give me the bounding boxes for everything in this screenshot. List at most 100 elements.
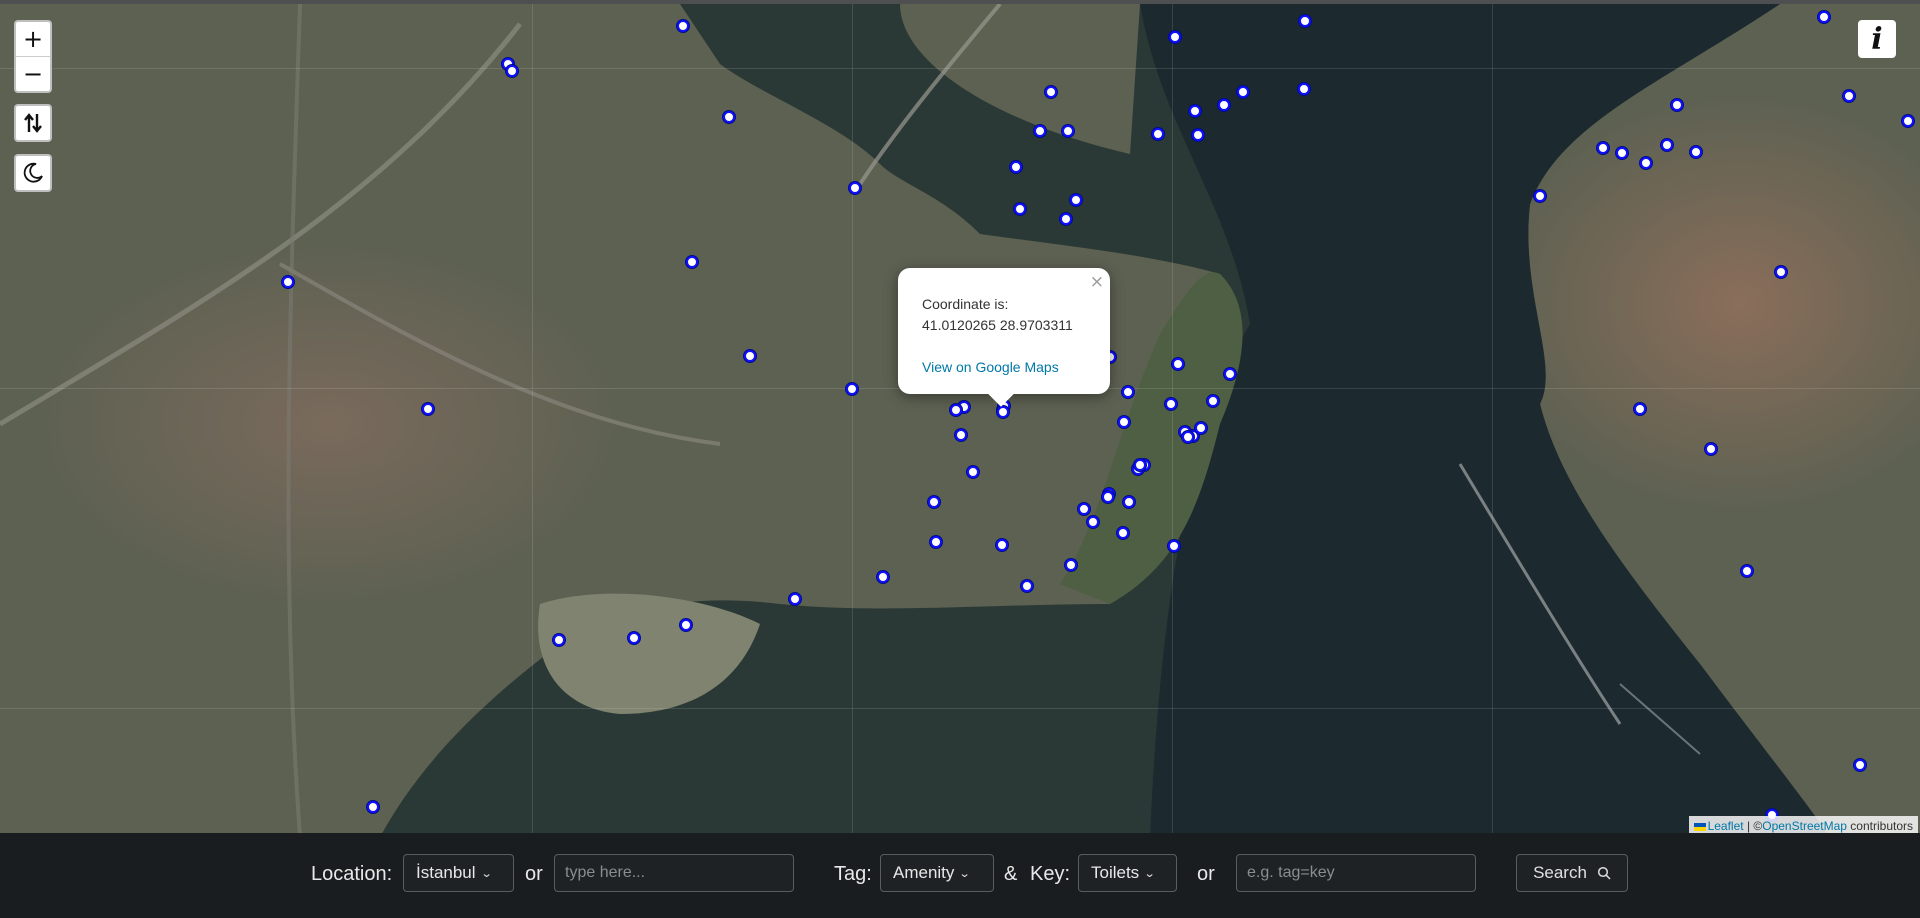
toilet-marker-icon[interactable] bbox=[1843, 90, 1855, 102]
toilet-marker-icon[interactable] bbox=[1134, 459, 1146, 471]
toilet-marker-icon[interactable] bbox=[1165, 398, 1177, 410]
toilet-marker-icon[interactable] bbox=[1192, 129, 1204, 141]
toilet-marker-icon[interactable] bbox=[1690, 146, 1702, 158]
toilet-marker-icon[interactable] bbox=[1616, 147, 1628, 159]
toilet-marker-icon[interactable] bbox=[367, 801, 379, 813]
toilet-marker-icon[interactable] bbox=[1207, 395, 1219, 407]
tag-select-value: Amenity bbox=[893, 863, 955, 882]
toilet-marker-icon[interactable] bbox=[1237, 86, 1249, 98]
toilet-marker-icon[interactable] bbox=[1534, 190, 1546, 202]
toilet-marker-icon[interactable] bbox=[1741, 565, 1753, 577]
dark-mode-moon-icon[interactable] bbox=[16, 156, 50, 190]
tag-key-input[interactable] bbox=[1236, 854, 1476, 892]
toilet-marker-icon[interactable] bbox=[1169, 31, 1181, 43]
toilet-marker-icon[interactable] bbox=[1102, 491, 1114, 503]
toilet-marker-icon[interactable] bbox=[1062, 125, 1074, 137]
toilet-marker-icon[interactable] bbox=[1045, 86, 1057, 98]
grid-line bbox=[0, 68, 1920, 69]
toilet-marker-icon[interactable] bbox=[1117, 527, 1129, 539]
search-button[interactable]: Search bbox=[1516, 854, 1628, 892]
osm-link[interactable]: OpenStreetMap bbox=[1762, 819, 1847, 833]
toilet-marker-icon[interactable] bbox=[1854, 759, 1866, 771]
toilet-marker-icon[interactable] bbox=[1021, 580, 1033, 592]
toilet-marker-icon[interactable] bbox=[1168, 540, 1180, 552]
toilet-marker-icon[interactable] bbox=[1152, 128, 1164, 140]
toilet-marker-icon[interactable] bbox=[1010, 161, 1022, 173]
zoom-out-button[interactable]: − bbox=[16, 56, 50, 91]
google-maps-link[interactable]: View on Google Maps bbox=[922, 359, 1059, 375]
toilet-marker-icon[interactable] bbox=[955, 429, 967, 441]
key-select[interactable]: Toilets ⌄ bbox=[1078, 854, 1177, 892]
location-select[interactable]: İstanbul ⌄ bbox=[403, 854, 514, 892]
swap-vertical-arrows-icon[interactable] bbox=[16, 106, 50, 140]
popup-coordinates: 41.0120265 28.9703311 bbox=[922, 317, 1073, 333]
tag-select[interactable]: Amenity ⌄ bbox=[880, 854, 994, 892]
toilet-marker-icon[interactable] bbox=[1634, 403, 1646, 415]
toilet-marker-icon[interactable] bbox=[686, 256, 698, 268]
theme-control bbox=[14, 154, 52, 192]
toilet-marker-icon[interactable] bbox=[1671, 99, 1683, 111]
toilet-marker-icon[interactable] bbox=[1775, 266, 1787, 278]
toilet-marker-icon[interactable] bbox=[996, 539, 1008, 551]
toilet-marker-icon[interactable] bbox=[1299, 15, 1311, 27]
toilet-marker-icon[interactable] bbox=[789, 593, 801, 605]
popup-close-button[interactable]: × bbox=[1090, 272, 1104, 292]
toilet-marker-icon[interactable] bbox=[1640, 157, 1652, 169]
location-select-value: İstanbul bbox=[416, 863, 476, 882]
toilet-marker-icon[interactable] bbox=[1902, 115, 1914, 127]
tag-label: Tag: bbox=[834, 863, 872, 885]
toilet-marker-icon[interactable] bbox=[928, 496, 940, 508]
toilet-marker-icon[interactable] bbox=[1122, 386, 1134, 398]
toilet-marker-icon[interactable] bbox=[1060, 213, 1072, 225]
toilet-marker-icon[interactable] bbox=[1123, 496, 1135, 508]
location-input[interactable] bbox=[554, 854, 794, 892]
toilet-marker-icon[interactable] bbox=[877, 571, 889, 583]
toilet-marker-icon[interactable] bbox=[1118, 416, 1130, 428]
attribution-separator: | © bbox=[1743, 819, 1763, 833]
toilet-marker-icon[interactable] bbox=[849, 182, 861, 194]
toilet-marker-icon[interactable] bbox=[553, 634, 565, 646]
info-button[interactable]: i bbox=[1858, 20, 1896, 58]
toilet-marker-icon[interactable] bbox=[1189, 105, 1201, 117]
toilet-marker-icon[interactable] bbox=[723, 111, 735, 123]
toilet-marker-icon[interactable] bbox=[997, 406, 1009, 418]
toilet-marker-icon[interactable] bbox=[1182, 431, 1194, 443]
toilet-marker-icon[interactable] bbox=[282, 276, 294, 288]
toilet-marker-icon[interactable] bbox=[1172, 358, 1184, 370]
toilet-marker-icon[interactable] bbox=[1224, 368, 1236, 380]
toilet-marker-icon[interactable] bbox=[1298, 83, 1310, 95]
toilet-marker-icon[interactable] bbox=[930, 536, 942, 548]
toilet-marker-icon[interactable] bbox=[1818, 11, 1830, 23]
toilet-marker-icon[interactable] bbox=[1065, 559, 1077, 571]
grid-line bbox=[0, 708, 1920, 709]
toilet-marker-icon[interactable] bbox=[628, 632, 640, 644]
toilet-marker-icon[interactable] bbox=[967, 466, 979, 478]
toilet-marker-icon[interactable] bbox=[1014, 203, 1026, 215]
chevron-down-icon: ⌄ bbox=[1143, 867, 1156, 880]
coordinate-popup: × Coordinate is: 41.0120265 28.9703311 V… bbox=[898, 268, 1110, 407]
leaflet-link[interactable]: Leaflet bbox=[1708, 819, 1744, 833]
toilet-marker-icon[interactable] bbox=[1195, 422, 1207, 434]
chevron-down-icon: ⌄ bbox=[480, 867, 493, 880]
toilet-marker-icon[interactable] bbox=[677, 20, 689, 32]
toilet-marker-icon[interactable] bbox=[744, 350, 756, 362]
toilet-marker-icon[interactable] bbox=[1661, 139, 1673, 151]
toilet-marker-icon[interactable] bbox=[506, 65, 518, 77]
or-label: or bbox=[1197, 863, 1215, 885]
map-view[interactable]: + − i × Coordinate is: 41.0120265 28.970… bbox=[0, 0, 1920, 833]
toilet-marker-icon[interactable] bbox=[1705, 443, 1717, 455]
toilet-marker-icon[interactable] bbox=[422, 403, 434, 415]
zoom-in-button[interactable]: + bbox=[16, 22, 50, 56]
chevron-down-icon: ⌄ bbox=[959, 867, 972, 880]
toilet-marker-icon[interactable] bbox=[1597, 142, 1609, 154]
toilet-marker-icon[interactable] bbox=[680, 619, 692, 631]
ampersand-label: & bbox=[1004, 863, 1018, 885]
toilet-marker-icon[interactable] bbox=[1070, 194, 1082, 206]
toilet-marker-icon[interactable] bbox=[1087, 516, 1099, 528]
toilet-marker-icon[interactable] bbox=[1034, 125, 1046, 137]
toilet-marker-icon[interactable] bbox=[1218, 99, 1230, 111]
toilet-marker-icon[interactable] bbox=[846, 383, 858, 395]
search-button-label: Search bbox=[1533, 863, 1587, 882]
toilet-marker-icon[interactable] bbox=[1078, 503, 1090, 515]
toilet-marker-icon[interactable] bbox=[950, 404, 962, 416]
